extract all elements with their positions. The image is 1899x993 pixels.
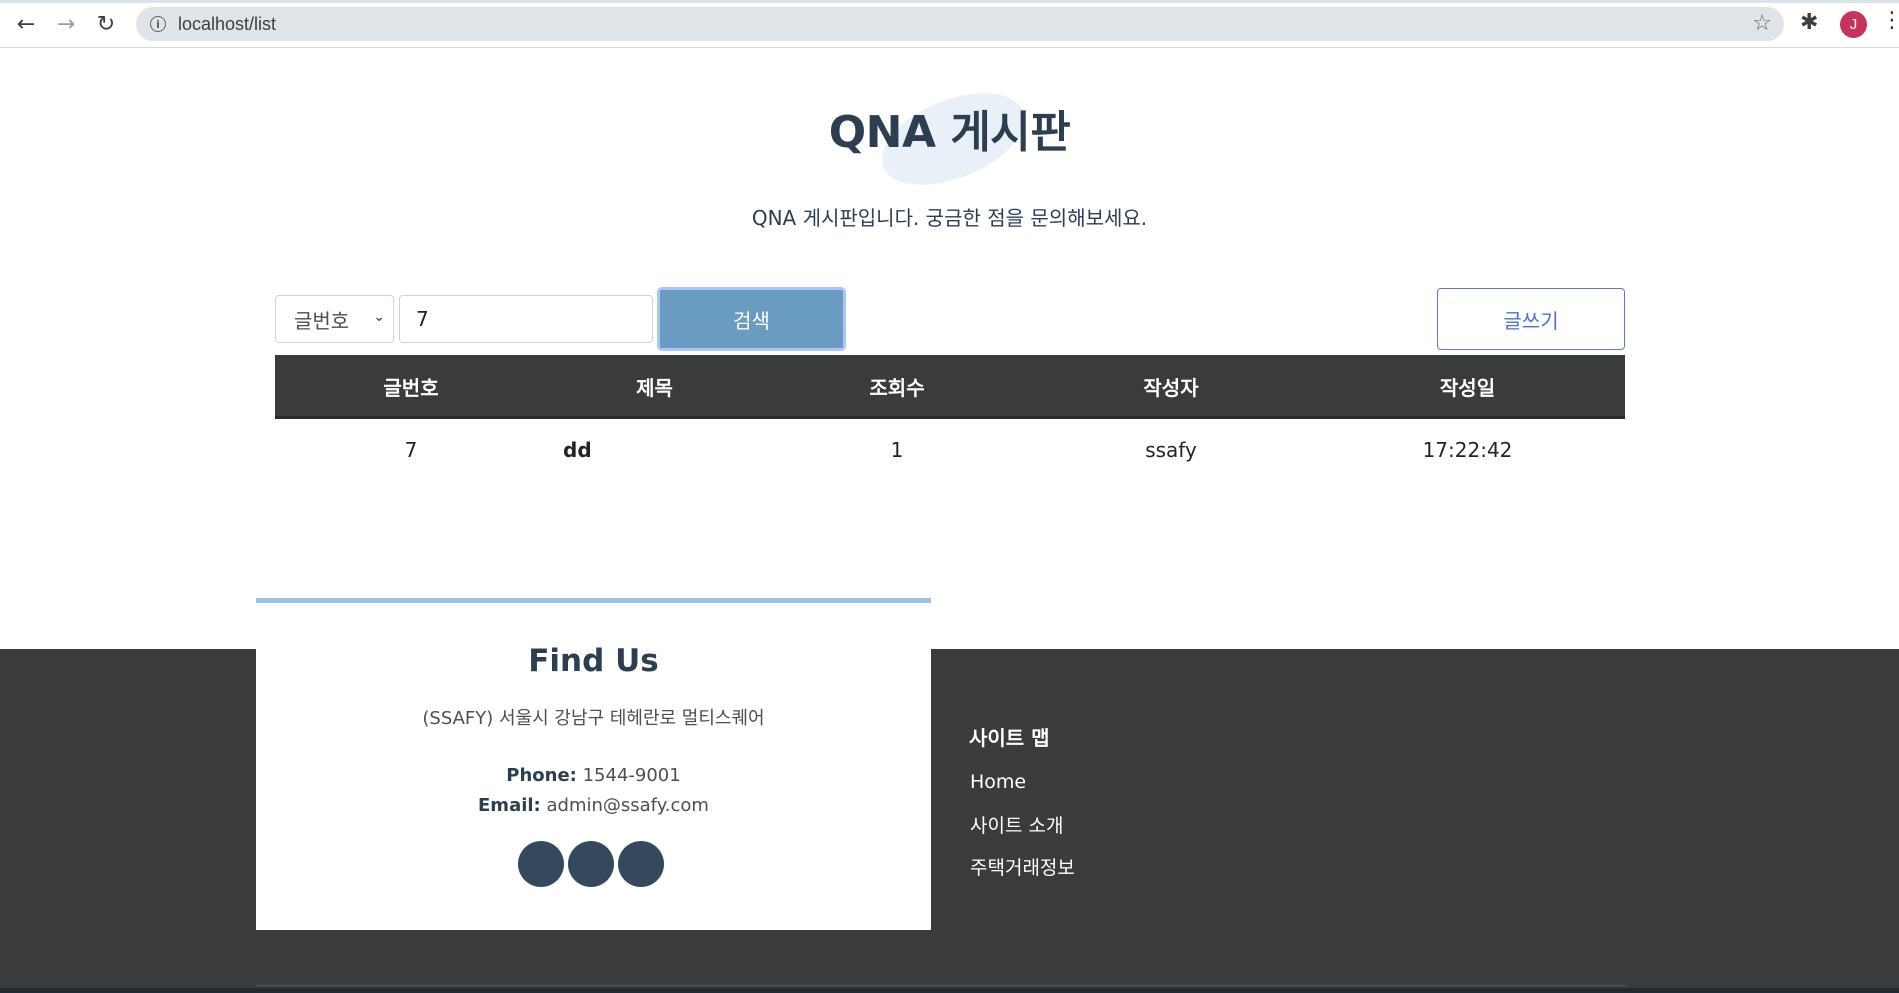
browser-toolbar: ← → ↻ i localhost/list ☆ ✱ J ⋮: [0, 0, 1899, 48]
site-info-icon[interactable]: i: [150, 16, 166, 32]
profile-avatar[interactable]: J: [1840, 11, 1867, 38]
column-header-number: 글번호: [383, 375, 439, 400]
social-icon[interactable]: [518, 841, 564, 887]
page-title: QNA 게시판: [828, 107, 1071, 158]
footer-divider: [256, 985, 1626, 986]
column-header-author: 작성자: [1143, 375, 1199, 400]
phone-value: 1544-9001: [582, 765, 681, 786]
reload-icon[interactable]: ↻: [92, 10, 120, 38]
social-icon[interactable]: [568, 841, 614, 887]
address-bar[interactable]: i localhost/list ☆: [136, 7, 1784, 41]
more-menu-icon[interactable]: ⋮: [1881, 8, 1899, 33]
cell-author: ssafy: [1145, 438, 1197, 462]
page-subtitle: QNA 게시판입니다. 궁금한 점을 문의해보세요.: [751, 206, 1148, 230]
arrow-left-icon[interactable]: ←: [12, 10, 40, 38]
cell-views: 1: [890, 438, 904, 462]
column-header-views: 조회수: [869, 375, 925, 400]
phone-line: Phone: 1544-9001: [256, 765, 931, 786]
sitemap-link-about[interactable]: 사이트 소개: [970, 811, 1063, 838]
search-input[interactable]: 7: [399, 295, 653, 343]
chevron-down-icon: ⌄: [373, 309, 385, 325]
table-header: 글번호 제목 조회수 작성자 작성일: [275, 355, 1625, 419]
search-type-value: 글번호: [294, 308, 350, 333]
search-type-select[interactable]: 글번호 ⌄: [275, 295, 394, 343]
social-icon[interactable]: [618, 841, 664, 887]
url-text[interactable]: localhost/list: [178, 14, 276, 35]
tab-strip-edge: [0, 0, 1899, 3]
column-header-date: 작성일: [1439, 375, 1496, 400]
find-us-title: Find Us: [528, 643, 659, 679]
search-button[interactable]: 검색: [657, 287, 846, 351]
extensions-icon[interactable]: ✱: [1800, 10, 1818, 35]
sitemap-link-home[interactable]: Home: [970, 771, 1026, 793]
email-value: admin@ssafy.com: [546, 795, 709, 816]
cell-title[interactable]: dd: [275, 425, 677, 475]
address-text: (SSAFY) 서울시 강남구 테헤란로 멀티스퀘어: [422, 708, 765, 729]
phone-label: Phone:: [506, 765, 577, 786]
email-label: Email:: [478, 795, 541, 816]
cell-date: 17:22:42: [1422, 438, 1513, 462]
sitemap-title: 사이트 맵: [969, 726, 1050, 750]
column-header-title: 제목: [636, 375, 673, 400]
email-line: Email: admin@ssafy.com: [256, 795, 931, 816]
title-area: QNA 게시판: [0, 96, 1899, 160]
os-taskbar-edge: [0, 988, 1899, 993]
table-row[interactable]: 7 dd 1 ssafy 17:22:42: [275, 425, 1625, 475]
arrow-right-icon[interactable]: →: [52, 10, 80, 38]
write-post-button[interactable]: 글쓰기: [1437, 288, 1625, 350]
find-us-card: Find Us (SSAFY) 서울시 강남구 테헤란로 멀티스퀘어 Phone…: [256, 603, 931, 930]
sitemap-link-housing[interactable]: 주택거래정보: [970, 853, 1075, 880]
bookmark-star-icon[interactable]: ☆: [1752, 11, 1772, 36]
